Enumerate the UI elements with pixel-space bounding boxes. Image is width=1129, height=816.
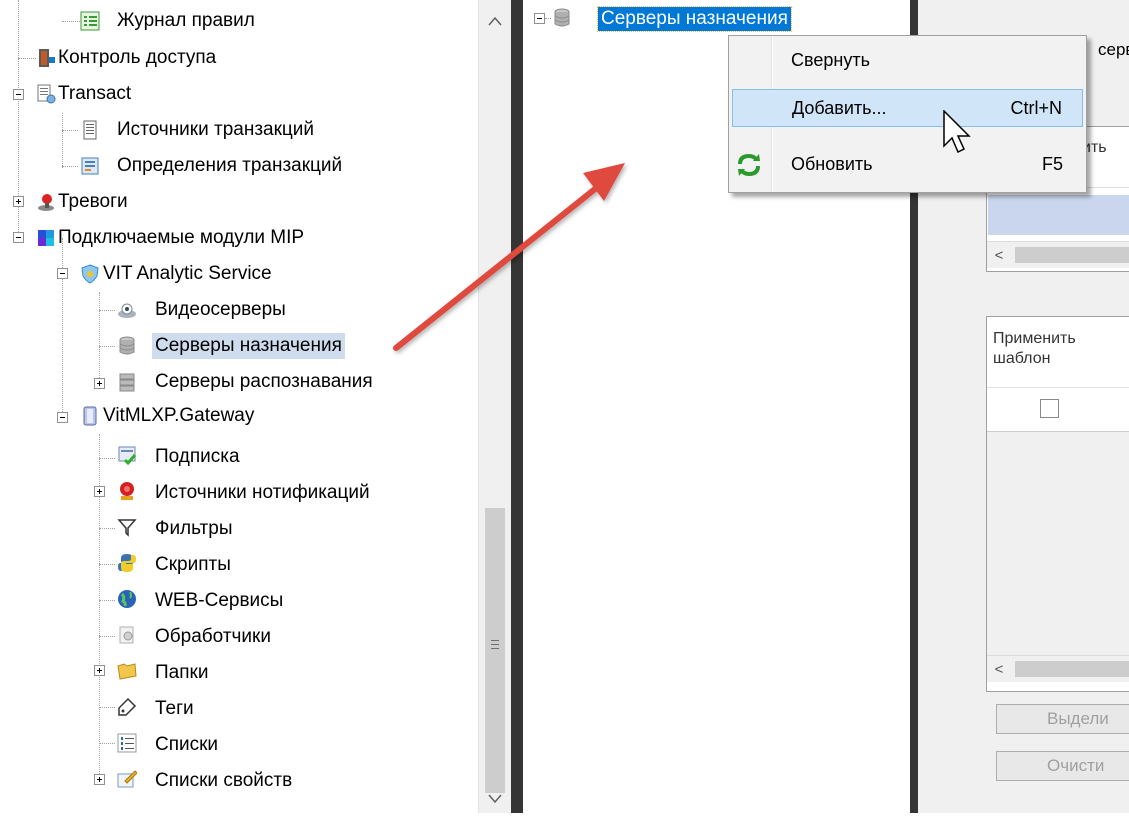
annotation-arrow-icon <box>393 163 625 351</box>
